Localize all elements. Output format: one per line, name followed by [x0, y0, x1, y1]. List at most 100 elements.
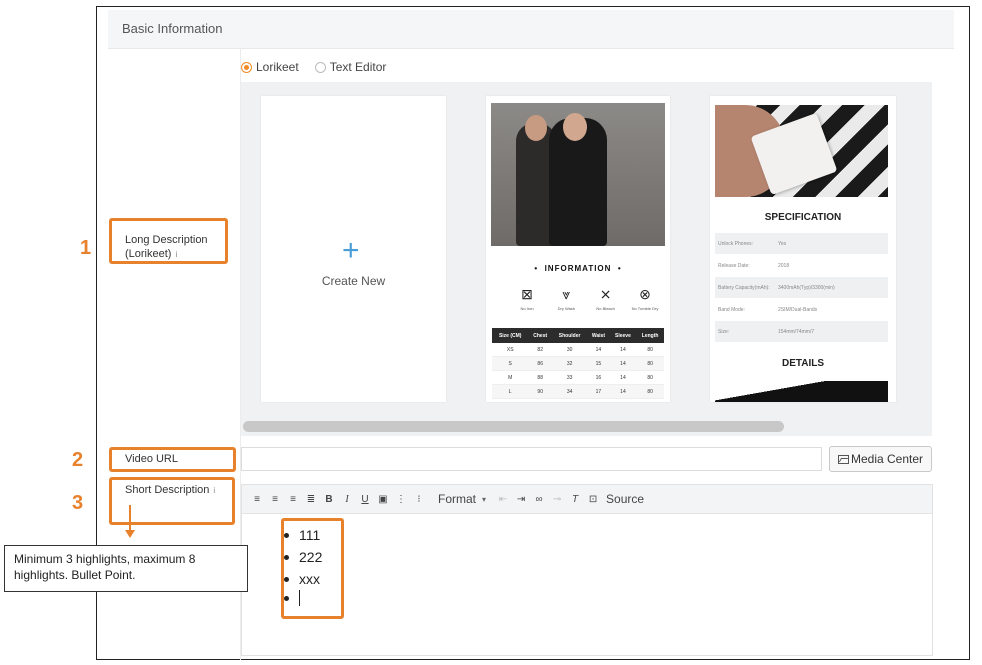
editor-toolbar: ≡ ≡ ≡ ≣ B I U ▣ ⋮ ⁝ Format ▾ ⇤ ⇥ ∞ ⊸ T ⊡…: [242, 485, 932, 514]
video-url-input[interactable]: [241, 447, 822, 471]
annotation-arrow: [129, 505, 131, 531]
table-row: L 90 34 17 14 80: [492, 384, 664, 399]
size-cell: 14: [609, 343, 637, 357]
size-cell: 32: [552, 356, 588, 371]
care-item: ⊠ No Iron: [511, 286, 543, 311]
size-cell: 30: [552, 343, 588, 357]
bulleted-list-icon[interactable]: ⁝: [412, 494, 426, 505]
care-item: ⩔ Dry Wash: [550, 286, 582, 311]
chevron-down-icon[interactable]: ▾: [482, 495, 486, 504]
size-cell: 34: [552, 384, 588, 399]
align-left-icon[interactable]: ≡: [250, 494, 264, 505]
align-center-icon[interactable]: ≡: [268, 494, 282, 505]
create-new-card[interactable]: + Create New: [261, 96, 446, 402]
size-table: Size (CM) Chest Shoulder Waist Sleeve Le…: [492, 328, 664, 399]
spec-row: Battery Capacity(mAh): 3400mAh(Typ)/3300(…: [715, 277, 888, 299]
size-cell: 80: [636, 384, 664, 399]
source-button[interactable]: Source: [606, 492, 644, 506]
editor-mode-group: Lorikeet Text Editor: [241, 60, 402, 74]
size-col-header: Length: [636, 328, 664, 343]
bold-icon[interactable]: B: [322, 494, 336, 505]
image-icon[interactable]: ▣: [376, 494, 390, 505]
care-item: ⊗ No Tumble Dry: [629, 286, 661, 311]
lorikeet-radio-label[interactable]: Lorikeet: [256, 60, 299, 74]
size-cell: 15: [587, 356, 610, 371]
care-item: ⨯ No Bleach: [590, 286, 622, 311]
size-cell: 82: [528, 343, 553, 357]
dry-wash-icon: ⩔: [562, 286, 571, 302]
specification-template-card[interactable]: SPECIFICATION Unlock Phones: Yes Release …: [710, 96, 896, 402]
unlink-icon[interactable]: ⊸: [550, 494, 564, 505]
spec-value: 2SIM/Dual-Bands: [778, 306, 818, 313]
clear-format-icon[interactable]: T: [568, 494, 582, 505]
template-gallery: + Create New • INFORMATION • ⊠ No Iron ⩔ D…: [241, 82, 932, 436]
plus-icon: +: [342, 234, 360, 267]
arrow-down-icon: [125, 530, 135, 538]
outdent-icon[interactable]: ⇤: [496, 494, 510, 505]
spec-key: Release Date:: [718, 262, 750, 269]
size-cell: 86: [528, 356, 553, 371]
care-label: Dry Wash: [557, 306, 576, 311]
size-cell: L: [492, 384, 529, 399]
image-icon: [837, 454, 849, 464]
text-editor-radio-label[interactable]: Text Editor: [330, 60, 387, 74]
size-cell: 80: [636, 343, 664, 357]
annotation-box-video-url: [109, 447, 236, 472]
details-image: [715, 381, 888, 402]
rich-text-editor[interactable]: ≡ ≡ ≡ ≣ B I U ▣ ⋮ ⁝ Format ▾ ⇤ ⇥ ∞ ⊸ T ⊡…: [241, 484, 933, 656]
numbered-list-icon[interactable]: ⋮: [394, 494, 408, 505]
care-label: No Tumble Dry: [631, 306, 659, 311]
spec-row: Size: 154mm/74mm/7: [715, 321, 888, 343]
figure-right-head: [563, 113, 587, 141]
text-editor-radio[interactable]: [314, 61, 326, 73]
annotation-number-2: 2: [72, 449, 84, 471]
annotation-box-long-description: [109, 218, 228, 264]
indent-icon[interactable]: ⇥: [514, 494, 528, 505]
spec-key: Band Mode:: [718, 306, 745, 313]
fashion-template-card[interactable]: • INFORMATION • ⊠ No Iron ⩔ Dry Wash ⨯ No B…: [486, 96, 670, 402]
spec-row: Band Mode: 2SIM/Dual-Bands: [715, 299, 888, 321]
spec-key: Battery Capacity(mAh):: [718, 284, 770, 291]
align-right-icon[interactable]: ≡: [286, 494, 300, 505]
size-cell: 14: [609, 370, 637, 385]
size-cell: 33: [552, 370, 588, 385]
create-new-label: Create New: [321, 274, 386, 288]
size-cell: S: [492, 356, 529, 371]
size-col-header: Sleeve: [609, 328, 637, 343]
lorikeet-radio[interactable]: [241, 61, 252, 73]
size-col-header: Chest: [528, 328, 553, 343]
section-header: Basic Information: [108, 10, 954, 49]
size-cell: 14: [609, 384, 637, 399]
size-cell: 17: [587, 384, 610, 399]
format-dropdown[interactable]: Format: [438, 492, 476, 506]
annotation-number-3: 3: [72, 492, 84, 514]
size-cell: 80: [636, 356, 664, 371]
size-cell: 14: [587, 343, 610, 357]
spec-list: Unlock Phones: Yes Release Date: 2018 Batt…: [715, 233, 888, 343]
size-cell: 90: [528, 384, 553, 399]
information-heading-text: INFORMATION: [544, 264, 612, 273]
annotation-number-1: 1: [80, 237, 92, 259]
link-icon[interactable]: ∞: [532, 494, 546, 505]
size-col-header: Waist: [587, 328, 610, 343]
spec-row: Release Date: 2018: [715, 255, 888, 277]
no-tumble-dry-icon: ⊗: [639, 286, 651, 302]
no-bleach-icon: ⨯: [599, 286, 612, 302]
gallery-scrollbar[interactable]: [243, 421, 784, 432]
spec-value: 154mm/74mm/7: [778, 328, 815, 335]
spec-value: 3400mAh(Typ)/3300(min): [778, 284, 835, 291]
no-iron-icon: ⊠: [521, 286, 533, 302]
annotation-note: Minimum 3 highlights, maximum 8 highligh…: [4, 545, 248, 592]
annotation-box-short-description: [109, 477, 235, 525]
annotation-box-bullets: [281, 518, 344, 619]
size-cell: XS: [492, 343, 529, 357]
media-center-button[interactable]: Media Center: [829, 446, 932, 472]
size-col-header: Shoulder: [552, 328, 588, 343]
italic-icon[interactable]: I: [340, 494, 354, 505]
source-icon[interactable]: ⊡: [586, 494, 600, 505]
section-title: Basic Information: [122, 21, 223, 36]
size-cell: 14: [609, 356, 637, 371]
information-heading: • INFORMATION •: [534, 264, 622, 273]
align-justify-icon[interactable]: ≣: [304, 494, 318, 505]
underline-icon[interactable]: U: [358, 494, 372, 505]
